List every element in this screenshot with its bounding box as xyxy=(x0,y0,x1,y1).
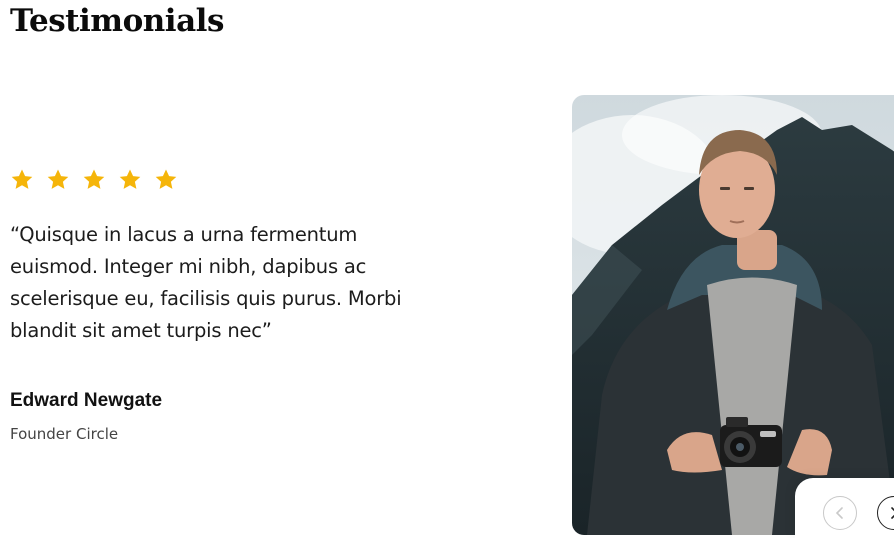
chevron-right-icon xyxy=(891,507,894,519)
man-with-camera-illustration xyxy=(572,95,894,535)
star-icon xyxy=(155,169,177,189)
next-button[interactable] xyxy=(877,496,894,530)
previous-button[interactable] xyxy=(823,496,857,530)
testimonial-photo xyxy=(572,95,894,535)
section-title: Testimonials xyxy=(10,3,224,39)
carousel-controls xyxy=(795,478,894,538)
author-name: Edward Newgate xyxy=(10,390,163,411)
author-role: Founder Circle xyxy=(10,425,119,443)
star-icon xyxy=(83,169,105,189)
chevron-left-icon xyxy=(835,507,843,519)
star-icon xyxy=(119,169,141,189)
star-rating xyxy=(10,168,178,192)
star-icon xyxy=(11,169,33,189)
star-icon xyxy=(47,169,69,189)
testimonial-quote: “Quisque in lacus a urna fermentum euism… xyxy=(10,223,402,342)
